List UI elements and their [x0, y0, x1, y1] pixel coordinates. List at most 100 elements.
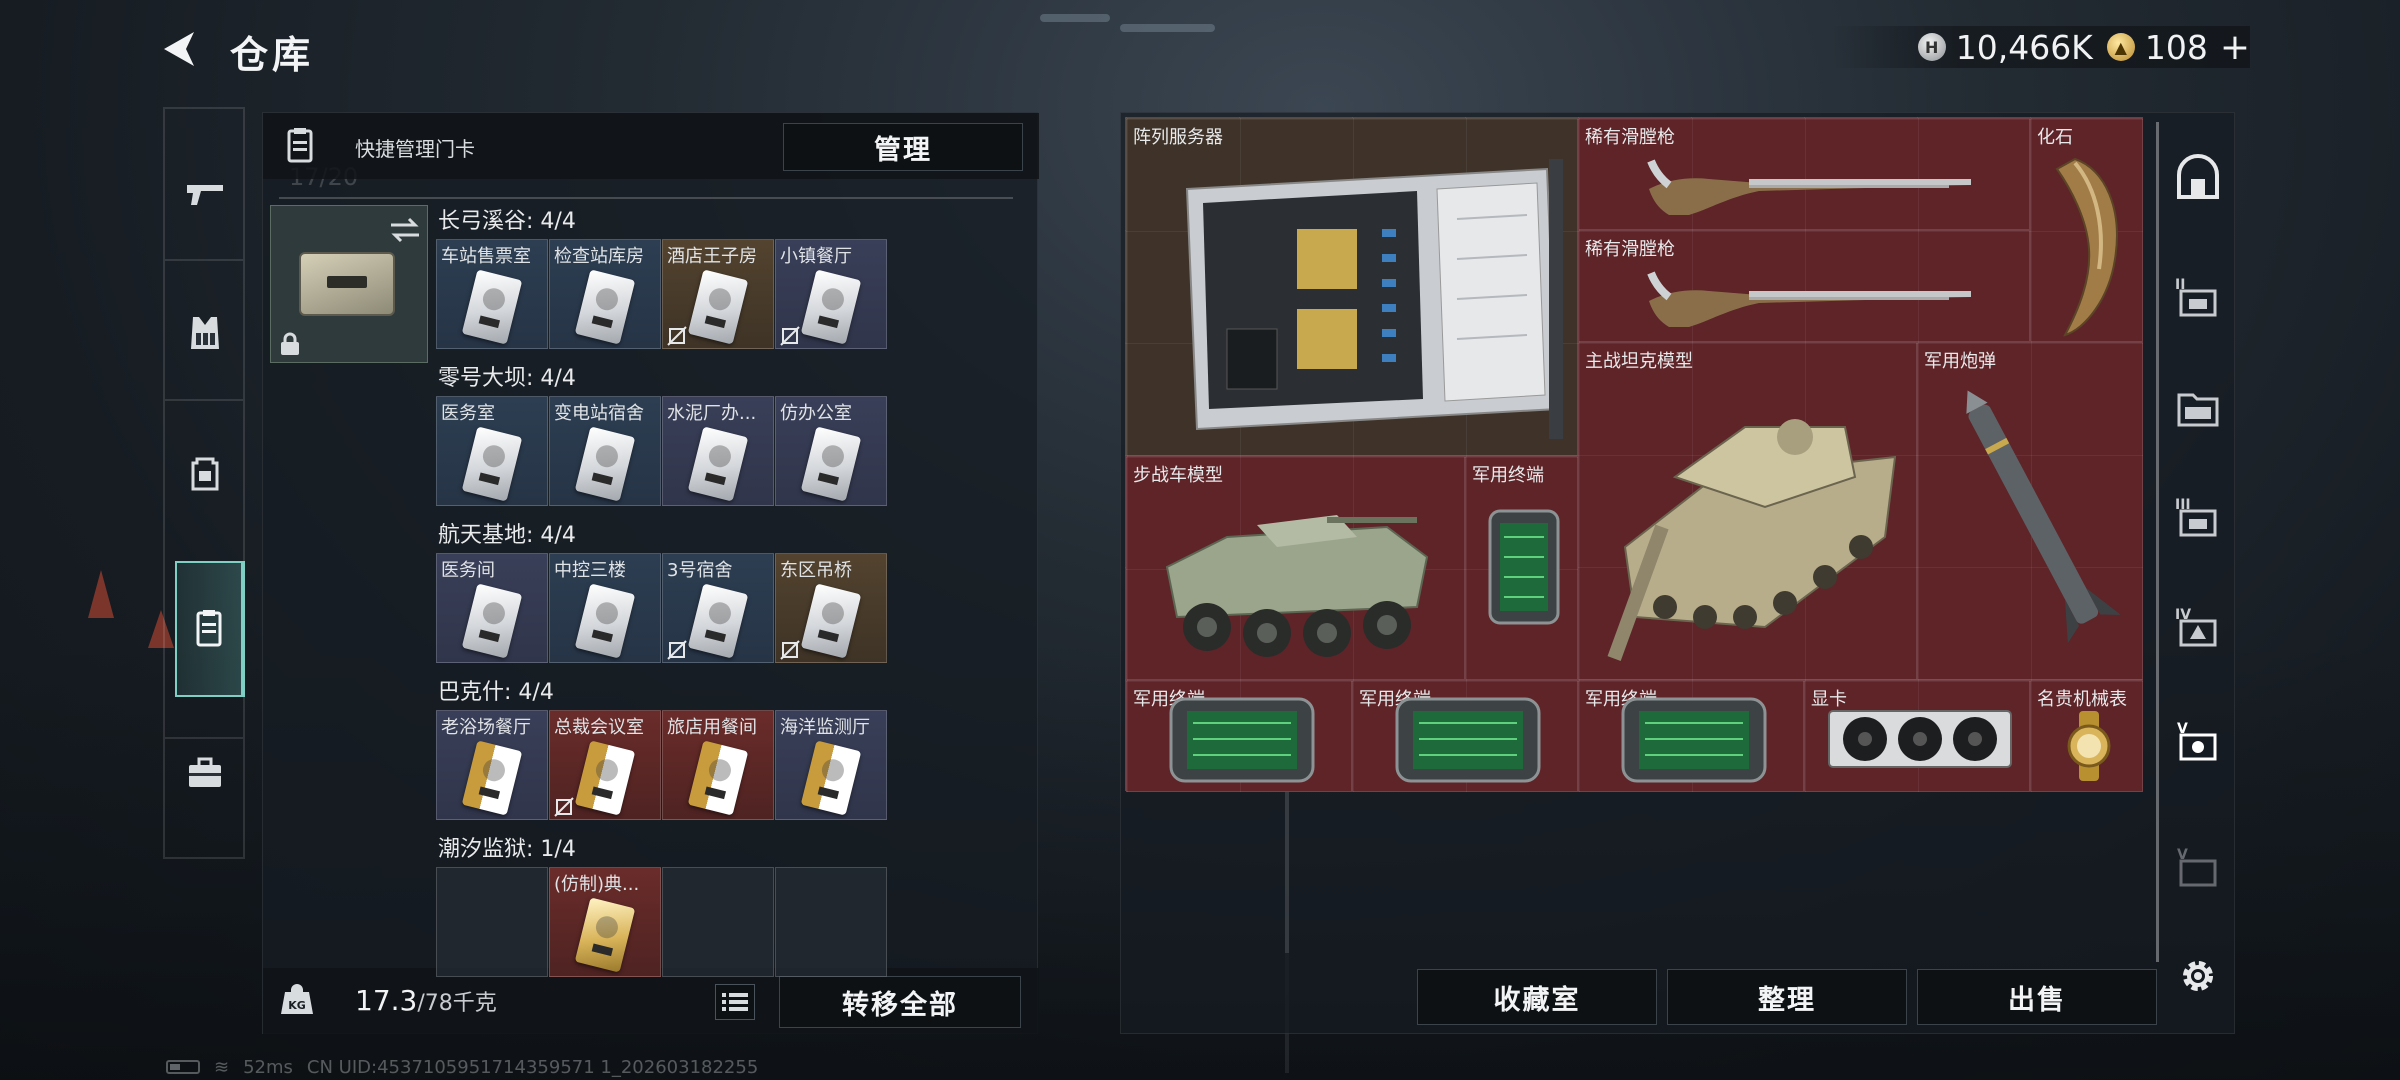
- tab-stash-2[interactable]: II: [2168, 268, 2228, 328]
- not-owned-icon: [780, 326, 800, 346]
- stash-item-luxury-watch[interactable]: 名贵机械表: [2030, 680, 2143, 792]
- keycard-label: 老浴场餐厅: [441, 717, 531, 738]
- swap-icon[interactable]: [389, 216, 421, 244]
- empty-card-slot[interactable]: [775, 867, 887, 977]
- item-label: 军用炮弹: [1924, 351, 1996, 372]
- stash-item-ifv-model[interactable]: 步战车模型: [1126, 456, 1465, 680]
- stash-panel: 阵列服务器 稀有滑膛枪 化石 稀有滑膛枪 步战车模型 军用终端 主战坦克模型 军…: [1120, 112, 2235, 1034]
- silver-amount: 10,466K: [1955, 27, 2093, 67]
- add-currency-button[interactable]: +: [2220, 27, 2250, 68]
- keycard-slot[interactable]: 酒店王子房: [662, 239, 774, 349]
- nav-divider: [165, 737, 243, 739]
- nav-armor[interactable]: [173, 301, 237, 365]
- keycard-slot[interactable]: 总裁会议室: [549, 710, 661, 820]
- storage-ii-icon: II: [2175, 277, 2217, 317]
- stash-item-military-terminal[interactable]: 军用终端: [1126, 680, 1352, 792]
- item-label: 稀有滑膛枪: [1585, 127, 1675, 148]
- tab-stash-all[interactable]: [2168, 148, 2228, 208]
- stash-item-musket[interactable]: 稀有滑膛枪: [1578, 118, 2030, 230]
- nav-backpack[interactable]: [173, 441, 237, 505]
- item-label: 主战坦克模型: [1585, 351, 1693, 372]
- musket-image: [1647, 159, 1971, 215]
- empty-card-slot[interactable]: [436, 867, 548, 977]
- gear-icon: [2183, 961, 2213, 991]
- keycard-image: [461, 740, 523, 816]
- keycard-slot[interactable]: 海洋监测厅: [775, 710, 887, 820]
- empty-card-slot[interactable]: [662, 867, 774, 977]
- transfer-all-button[interactable]: 转移全部: [779, 976, 1021, 1028]
- stash-item-server[interactable]: 阵列服务器: [1126, 118, 1578, 456]
- zone-title: 巴克什: 4/4: [438, 680, 554, 705]
- keycard-case-icon: [287, 128, 313, 163]
- keycard-slot[interactable]: 3号宿舍: [662, 553, 774, 663]
- back-arrow-icon[interactable]: [160, 28, 202, 70]
- stash-item-military-terminal[interactable]: 军用终端: [1352, 680, 1578, 792]
- keycard-slot[interactable]: 医务室: [436, 396, 548, 506]
- item-label: 名贵机械表: [2037, 689, 2127, 710]
- keycard-slot[interactable]: 小镇餐厅: [775, 239, 887, 349]
- stash-item-artillery-shell[interactable]: 军用炮弹: [1917, 342, 2143, 680]
- nav-toolbox[interactable]: [173, 741, 237, 805]
- manage-button[interactable]: 管理: [783, 123, 1023, 171]
- nav-weapons[interactable]: [173, 161, 237, 225]
- silver-coin-icon: H: [1917, 33, 1946, 61]
- watch-image: [2067, 711, 2111, 781]
- stash-item-tank-model[interactable]: 主战坦克模型: [1578, 342, 1917, 680]
- keycard-image: [574, 897, 636, 973]
- keycard-slot[interactable]: 医务间: [436, 553, 548, 663]
- keycard-slot[interactable]: (仿制)典...: [549, 867, 661, 977]
- stash-scrollbar[interactable]: [2156, 122, 2159, 962]
- gold-coin-icon: ▲: [2106, 33, 2135, 61]
- keycard-image: [687, 426, 749, 502]
- terminal-image: [1621, 697, 1767, 783]
- keycard-slot[interactable]: 水泥厂办...: [662, 396, 774, 506]
- tab-stash-6[interactable]: V: [2168, 838, 2228, 898]
- keycard-slot[interactable]: 变电站宿舍: [549, 396, 661, 506]
- nav-divider: [165, 857, 243, 859]
- keycard-label: 医务间: [441, 560, 495, 581]
- gold-amount: 108: [2144, 27, 2208, 67]
- keycard-image: [687, 269, 749, 345]
- keycard-image: [800, 269, 862, 345]
- keycard-label: 小镇餐厅: [780, 246, 852, 267]
- stash-item-musket[interactable]: 稀有滑膛枪: [1578, 230, 2030, 342]
- svg-text:KG: KG: [288, 999, 306, 1012]
- tab-stash-4[interactable]: IV: [2168, 598, 2228, 658]
- uid-text: CN UID:4537105951714359571 1_20260318225…: [306, 1056, 759, 1078]
- device-status-bar: ≋ 52ms CN UID:4537105951714359571 1_2026…: [166, 1056, 758, 1078]
- stash-item-military-terminal[interactable]: 军用终端: [1578, 680, 1804, 792]
- keycard-label: 酒店王子房: [667, 246, 757, 267]
- keycard-slot[interactable]: 车站售票室: [436, 239, 548, 349]
- tab-stash-3[interactable]: III: [2168, 488, 2228, 548]
- list-view-button[interactable]: [715, 984, 755, 1020]
- zone-title: 零号大坝: 4/4: [438, 366, 576, 391]
- keycard-slot[interactable]: 仿办公室: [775, 396, 887, 506]
- stash-item-fossil[interactable]: 化石: [2030, 118, 2143, 342]
- item-label: 阵列服务器: [1133, 127, 1223, 148]
- collection-room-button[interactable]: 收藏室: [1417, 969, 1657, 1025]
- item-label: 化石: [2037, 127, 2073, 148]
- keycard-image: [461, 583, 523, 659]
- keycard-case-slot[interactable]: [270, 205, 428, 363]
- keycard-slot[interactable]: 中控三楼: [549, 553, 661, 663]
- keycard-slot[interactable]: 检查站库房: [549, 239, 661, 349]
- stash-item-gpu[interactable]: 显卡: [1804, 680, 2030, 792]
- tab-stash-5[interactable]: V: [2168, 712, 2228, 772]
- sell-button[interactable]: 出售: [1917, 969, 2157, 1025]
- tab-stash-folder[interactable]: [2168, 378, 2228, 438]
- nav-divider: [165, 259, 243, 261]
- organize-button[interactable]: 整理: [1667, 969, 1907, 1025]
- list-icon: [722, 993, 748, 1011]
- keycard-slot[interactable]: 老浴场餐厅: [436, 710, 548, 820]
- nav-keycards[interactable]: [175, 561, 245, 697]
- weight-bar: KG 17.3/78千克 转移全部: [263, 968, 1039, 1034]
- keycard-label: 检查站库房: [554, 246, 644, 267]
- stash-item-military-terminal[interactable]: 军用终端: [1465, 456, 1578, 680]
- panel-title: 快捷管理门卡: [355, 137, 475, 161]
- panel-header: 快捷管理门卡 管理: [263, 113, 1039, 179]
- keycard-slot[interactable]: 旅店用餐间: [662, 710, 774, 820]
- keycard-image: [574, 426, 636, 502]
- keycard-image: [800, 740, 862, 816]
- settings-button[interactable]: [2168, 946, 2228, 1006]
- keycard-slot[interactable]: 东区吊桥: [775, 553, 887, 663]
